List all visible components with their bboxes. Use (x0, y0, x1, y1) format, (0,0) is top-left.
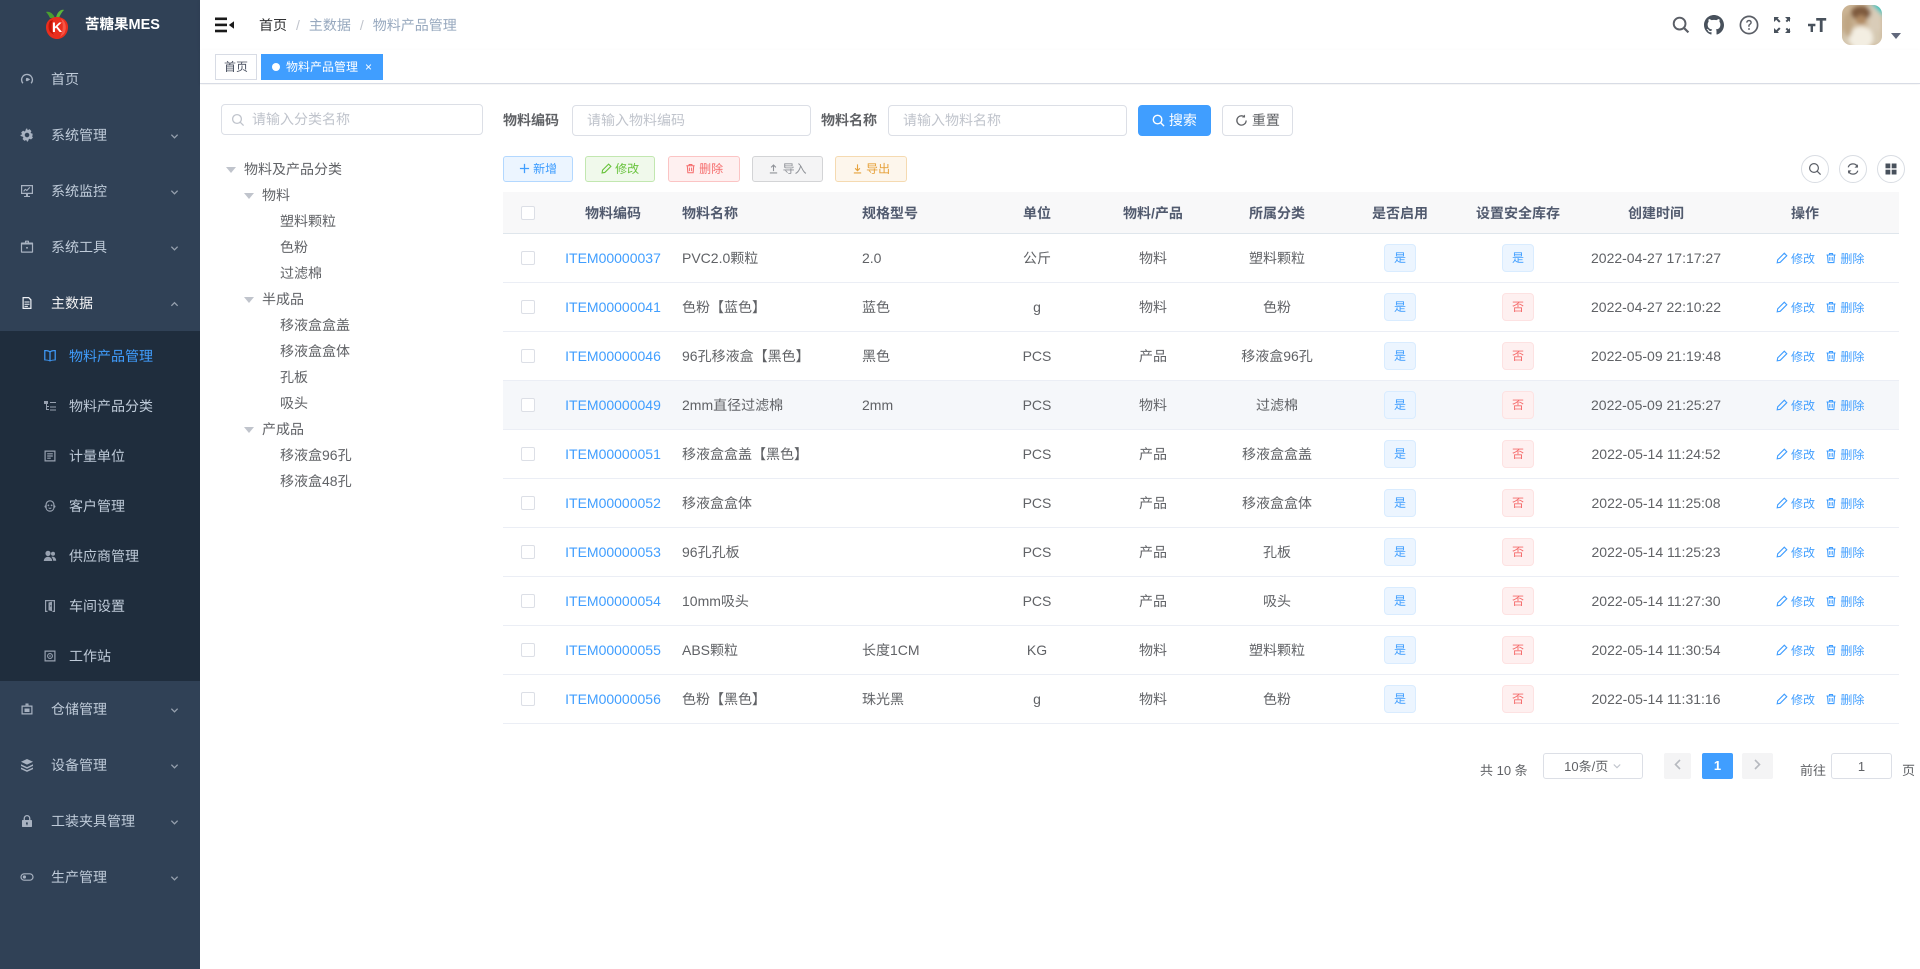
svg-text:K: K (52, 19, 62, 35)
